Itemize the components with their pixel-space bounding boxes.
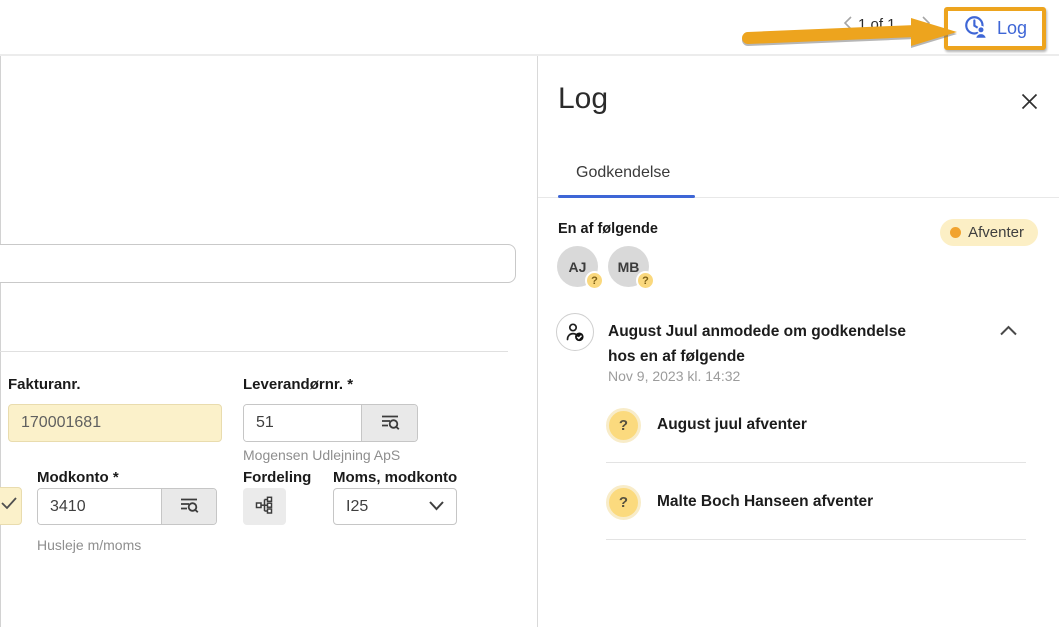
pending-question-badge: ? <box>636 271 655 290</box>
close-panel-button[interactable] <box>1020 92 1039 114</box>
app-window: 1 of 1 Log <box>0 0 1059 627</box>
tab-godkendelse[interactable]: Godkendelse <box>576 164 670 182</box>
log-panel: Log Godkendelse En af følgende Afventer … <box>537 56 1059 627</box>
avatar-august-juul[interactable]: AJ ? <box>557 246 598 287</box>
log-button-label: Log <box>997 18 1027 39</box>
form-section-divider <box>0 351 508 352</box>
moms-modkonto-select[interactable]: I25 <box>333 488 457 525</box>
distribution-tree-icon <box>254 494 276 519</box>
log-button-highlight-box: Log <box>944 7 1046 50</box>
pagination-label: 1 of 1 <box>858 16 896 33</box>
leverandornr-field-group <box>243 404 418 442</box>
invoice-form-pane: Fakturanr. Leverandørnr. * Mogensen Udle… <box>0 56 537 627</box>
log-panel-title: Log <box>558 82 608 116</box>
log-item-text: Malte Boch Hanseen afventer <box>657 493 873 511</box>
fakturanr-label: Fakturanr. <box>8 376 81 393</box>
approver-group-label: En af følgende <box>558 221 658 237</box>
history-log-icon <box>963 14 989 43</box>
avatar-initials: MB <box>618 259 640 275</box>
log-entry-title-line2: hos en af følgende <box>608 348 745 365</box>
avatar-initials: AJ <box>569 259 587 275</box>
log-item-text: August juul afventer <box>657 416 807 434</box>
modkonto-helper: Husleje m/moms <box>37 537 141 553</box>
moms-modkonto-label: Moms, modkonto <box>333 469 457 486</box>
approval-request-icon <box>556 313 594 351</box>
leverandornr-helper: Mogensen Udlejning ApS <box>243 447 400 463</box>
chevron-right-icon[interactable] <box>918 14 934 37</box>
log-button[interactable]: Log <box>963 14 1027 43</box>
status-dot-icon <box>950 227 961 238</box>
list-search-icon <box>379 411 401 436</box>
log-item-divider <box>606 539 1026 540</box>
leverandornr-label: Leverandørnr. * <box>243 376 353 393</box>
list-search-icon <box>178 494 200 519</box>
log-entry-title: August Juul anmodede om godkendelse hos … <box>608 319 958 369</box>
moms-modkonto-value: I25 <box>346 498 368 516</box>
leverandornr-lookup-button[interactable] <box>361 405 417 441</box>
leverandornr-input[interactable] <box>244 405 361 441</box>
topbar: 1 of 1 Log <box>0 0 1059 56</box>
pending-question-badge: ? <box>585 271 604 290</box>
modkonto-input[interactable] <box>38 489 161 524</box>
chevron-up-icon <box>1000 324 1017 339</box>
approve-check-field-cutoff[interactable] <box>0 487 22 525</box>
log-entry-title-line1: August Juul anmodede om godkendelse <box>608 323 906 340</box>
modkonto-field-group <box>37 488 217 525</box>
modkonto-lookup-button[interactable] <box>161 489 216 524</box>
modkonto-label: Modkonto * <box>37 469 119 486</box>
avatar-malte-boch[interactable]: MB ? <box>608 246 649 287</box>
pane-left-border <box>0 56 1 627</box>
log-entry-timestamp: Nov 9, 2023 kl. 14:32 <box>608 368 740 384</box>
log-item-divider <box>606 462 1026 463</box>
tab-active-underline <box>558 195 695 198</box>
pending-status-icon: ? <box>606 408 641 443</box>
collapse-entry-button[interactable] <box>1000 324 1017 339</box>
document-text-input[interactable] <box>0 244 516 283</box>
status-badge: Afventer <box>940 219 1038 246</box>
chevron-left-icon[interactable] <box>840 14 856 37</box>
fordeling-label: Fordeling <box>243 469 311 486</box>
close-icon <box>1020 99 1039 114</box>
fordeling-button[interactable] <box>243 488 286 525</box>
fakturanr-input[interactable] <box>8 404 222 442</box>
status-badge-label: Afventer <box>968 224 1024 241</box>
pending-status-icon: ? <box>606 485 641 520</box>
chevron-down-icon <box>429 498 444 516</box>
checkmark-icon <box>1 497 17 515</box>
